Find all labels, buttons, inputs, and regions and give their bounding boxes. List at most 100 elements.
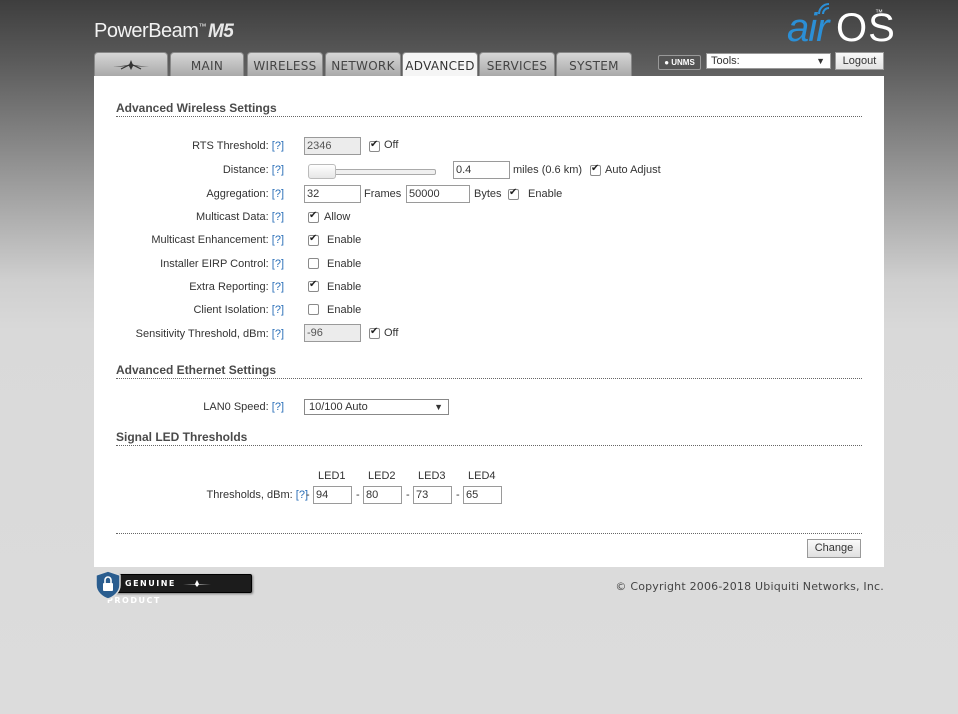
led4-header: LED4	[468, 470, 496, 482]
help-link[interactable]: [?]	[272, 281, 284, 293]
copyright-text: © Copyright 2006-2018 Ubiquiti Networks,…	[615, 580, 884, 593]
product-model: M5	[207, 21, 234, 42]
rts-label: RTS Threshold:	[192, 140, 269, 152]
thresholds-label-group: Thresholds, dBm: [?]	[207, 489, 309, 501]
rts-threshold-input[interactable]: 2346	[304, 137, 361, 155]
client-isolation-check-label: Enable	[327, 304, 362, 316]
genuine-product-badge: GENUINE PRODUCT	[94, 570, 252, 605]
tab-services[interactable]: SERVICES	[479, 52, 555, 76]
badge-bar: GENUINE PRODUCT	[106, 574, 252, 605]
eirp-label: Installer EIRP Control:	[160, 258, 269, 270]
tab-home[interactable]	[94, 52, 168, 76]
product-logo: PowerBeam™ M5	[94, 20, 234, 43]
multicast-enh-checkbox[interactable]	[308, 233, 319, 246]
tab-main[interactable]: MAIN	[170, 52, 244, 76]
multicast-enh-check-label: Enable	[327, 234, 362, 246]
tab-wireless[interactable]: WIRELESS	[247, 52, 323, 76]
sensitivity-label-group: Sensitivity Threshold, dBm: [?]	[136, 328, 284, 340]
multicast-data-label: Multicast Data:	[195, 211, 269, 223]
aggregation-enable-label: Enable	[528, 188, 563, 200]
client-isolation-checkbox[interactable]	[308, 304, 319, 315]
multicast-enh-label: Multicast Enhancement:	[151, 234, 269, 246]
led3-header: LED3	[418, 470, 446, 482]
thresholds-label: Thresholds, dBm:	[206, 489, 293, 501]
distance-input[interactable]: 0.4	[453, 161, 510, 179]
multicast-enh-label-group: Multicast Enhancement: [?]	[151, 234, 284, 246]
aggregation-bytes-input[interactable]: 50000	[406, 185, 470, 203]
logout-button[interactable]: Logout	[835, 52, 884, 70]
extra-reporting-label: Extra Reporting:	[189, 281, 269, 293]
sensitivity-input[interactable]: -96	[304, 324, 361, 342]
change-button[interactable]: Change	[807, 539, 861, 558]
threshold-dash: -	[306, 489, 310, 501]
unms-badge[interactable]: ● UNMS	[658, 55, 701, 70]
led1-threshold-input[interactable]: 94	[313, 486, 352, 504]
brand-air: air	[787, 6, 829, 50]
help-link[interactable]: [?]	[272, 304, 284, 316]
distance-label: Distance:	[222, 164, 269, 176]
eirp-checkbox[interactable]	[308, 258, 319, 269]
help-link[interactable]: [?]	[272, 164, 284, 176]
eirp-label-group: Installer EIRP Control: [?]	[160, 258, 284, 270]
settings-panel: Advanced Wireless Settings RTS Threshold…	[94, 76, 884, 567]
sensitivity-off-checkbox[interactable]	[369, 326, 380, 339]
bytes-label: Bytes	[474, 188, 502, 200]
frames-label: Frames	[364, 188, 402, 200]
led2-header: LED2	[368, 470, 396, 482]
client-isolation-label: Client Isolation:	[193, 304, 269, 316]
led1-header: LED1	[318, 470, 346, 482]
threshold-dash: -	[456, 489, 460, 501]
lan0-label: LAN0 Speed:	[203, 401, 269, 413]
aggregation-frames-input[interactable]: 32	[304, 185, 361, 203]
led3-threshold-input[interactable]: 73	[413, 486, 452, 504]
lan0-speed-value: 10/100 Auto	[309, 401, 368, 413]
brand-tm: ™	[875, 8, 883, 17]
help-link[interactable]: [?]	[272, 258, 284, 270]
led4-threshold-input[interactable]: 65	[463, 486, 502, 504]
tab-advanced[interactable]: ADVANCED	[402, 52, 478, 77]
tab-system[interactable]: SYSTEM	[556, 52, 632, 76]
led2-threshold-input[interactable]: 80	[363, 486, 402, 504]
extra-reporting-checkbox[interactable]	[308, 279, 319, 292]
auto-adjust-checkbox[interactable]	[590, 163, 601, 176]
extra-reporting-label-group: Extra Reporting: [?]	[189, 281, 284, 293]
rts-off-checkbox[interactable]	[369, 139, 380, 152]
lan0-label-group: LAN0 Speed: [?]	[203, 401, 284, 413]
aggregation-enable-checkbox[interactable]	[508, 187, 519, 200]
help-link[interactable]: [?]	[272, 328, 284, 340]
unms-label: UNMS	[671, 58, 695, 67]
section-title-ethernet: Advanced Ethernet Settings	[116, 363, 862, 379]
rts-off-label: Off	[384, 139, 399, 151]
help-link[interactable]: [?]	[272, 234, 284, 246]
sensitivity-label: Sensitivity Threshold, dBm:	[135, 328, 269, 340]
aggregation-label: Aggregation:	[206, 188, 269, 200]
help-link[interactable]: [?]	[272, 140, 284, 152]
chevron-down-icon: ▼	[434, 402, 443, 412]
product-name: PowerBeam	[94, 20, 199, 42]
threshold-dash: -	[356, 489, 360, 501]
auto-adjust-label: Auto Adjust	[605, 164, 661, 176]
ubiquiti-logo-icon	[113, 60, 149, 70]
distance-slider-handle[interactable]	[308, 164, 336, 179]
rts-label-group: RTS Threshold: [?]	[192, 140, 284, 152]
badge-genuine-text: GENUINE	[125, 579, 176, 588]
sensitivity-off-label: Off	[384, 327, 399, 339]
extra-reporting-check-label: Enable	[327, 281, 362, 293]
lan0-speed-select[interactable]: 10/100 Auto ▼	[304, 399, 449, 415]
tools-select[interactable]: Tools: ▼	[706, 53, 831, 69]
distance-unit: miles (0.6 km)	[513, 164, 583, 176]
threshold-dash: -	[406, 489, 410, 501]
ubiquiti-logo-icon	[183, 580, 212, 587]
multicast-data-check-label: Allow	[324, 211, 351, 223]
distance-label-group: Distance: [?]	[223, 164, 284, 176]
multicast-data-label-group: Multicast Data: [?]	[196, 211, 284, 223]
client-isolation-label-group: Client Isolation: [?]	[193, 304, 284, 316]
tab-network[interactable]: NETWORK	[325, 52, 401, 76]
eirp-check-label: Enable	[327, 258, 362, 270]
multicast-data-checkbox[interactable]	[308, 210, 319, 223]
product-tm: ™	[198, 22, 206, 31]
lock-shield-icon	[95, 570, 121, 600]
help-link[interactable]: [?]	[272, 188, 284, 200]
help-link[interactable]: [?]	[272, 401, 284, 413]
help-link[interactable]: [?]	[272, 211, 284, 223]
